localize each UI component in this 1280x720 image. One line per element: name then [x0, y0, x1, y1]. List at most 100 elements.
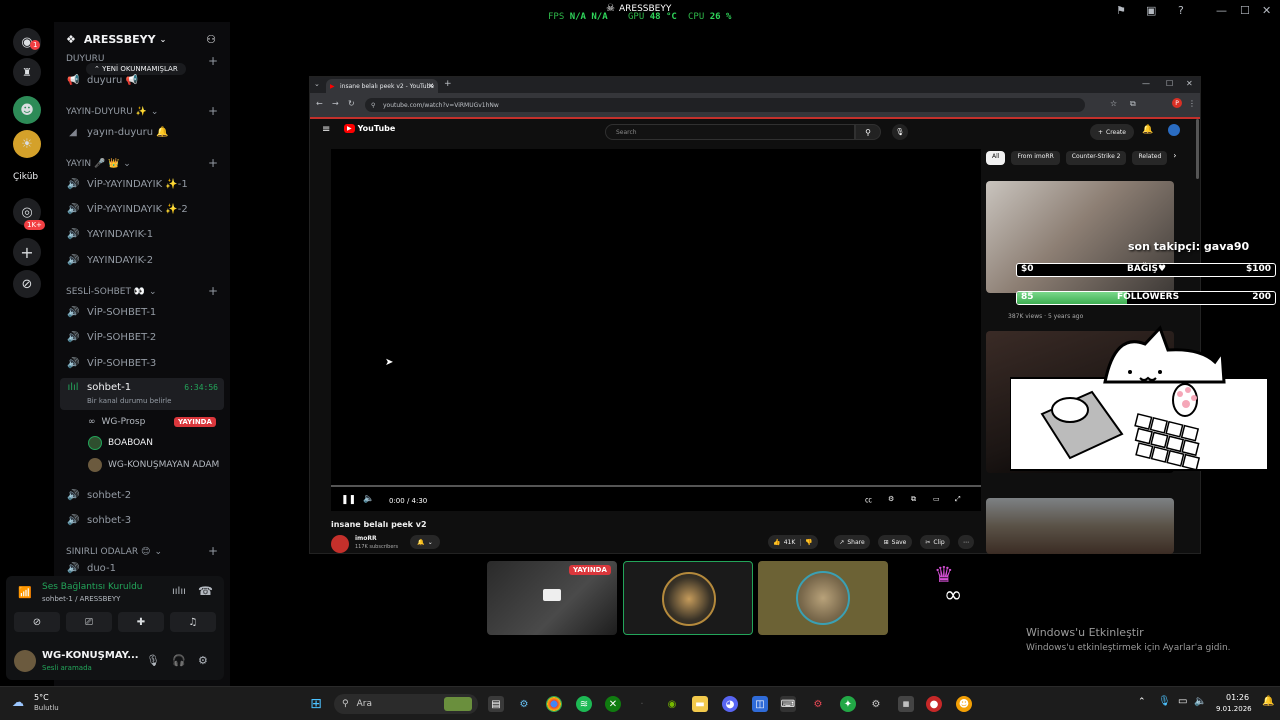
- video-player[interactable]: ❚❚ 🔈 0:00 / 4:30 ㏄ ⚙ ⧉ ▭ ⤢: [331, 149, 981, 511]
- server-icon-2[interactable]: ☻: [13, 96, 41, 124]
- notifications-bell-icon[interactable]: 🔔: [1142, 125, 1153, 135]
- chip-cs2[interactable]: Counter-Strike 2: [1065, 151, 1127, 165]
- chip-from-channel[interactable]: From imoRR: [1011, 151, 1060, 165]
- miniplayer-icon[interactable]: ⧉: [911, 495, 916, 504]
- channel-name[interactable]: imoRR: [355, 535, 377, 542]
- screen-share-button[interactable]: ⎚: [66, 612, 112, 632]
- channel-yayin-duyuru[interactable]: ◢ yayın-duyuru 🔔: [66, 122, 226, 142]
- channel-vip-sohbet-3[interactable]: 🔊 VİP-SOHBET-3: [66, 353, 226, 373]
- chrome-icon[interactable]: [546, 696, 562, 712]
- minimize-icon[interactable]: —: [1216, 4, 1227, 17]
- channel-duyuru[interactable]: 📢 duyuru 📢: [66, 70, 226, 90]
- add-channel-icon[interactable]: +: [208, 104, 218, 118]
- pause-icon[interactable]: ❚❚: [341, 495, 356, 505]
- channel-sohbet-1[interactable]: ılıl sohbet-1 6:34:56 Bir kanal durumu b…: [60, 378, 224, 410]
- share-button[interactable]: ↗ Share: [834, 535, 870, 549]
- start-button-icon[interactable]: ⊞: [308, 696, 324, 712]
- steam-icon[interactable]: ⚙: [516, 696, 532, 712]
- like-button[interactable]: 👍 41K 👎: [768, 535, 818, 549]
- headphones-icon[interactable]: 🎧: [172, 654, 186, 667]
- category-sesli-sohbet[interactable]: SESLİ-SOHBET 👀 ⌄: [66, 287, 157, 297]
- microphone-icon[interactable]: 🎙: [146, 654, 160, 667]
- camera-off-button[interactable]: ⊘: [14, 612, 60, 632]
- close-icon[interactable]: ✕: [1186, 79, 1193, 88]
- notifications-bell-icon[interactable]: 🔔: [1262, 696, 1274, 707]
- server-icon-1[interactable]: ♜: [13, 58, 41, 86]
- youtube-logo[interactable]: ▶ YouTube: [344, 124, 395, 133]
- channel-vip-yayin-2[interactable]: 🔊 VİP-YAYINDAYIK ✨-2: [66, 199, 226, 219]
- channel-status[interactable]: Bir kanal durumu belirle: [87, 397, 171, 405]
- invite-icon[interactable]: ⚇: [206, 33, 216, 46]
- subscribed-bell-button[interactable]: 🔔 ⌄: [410, 535, 440, 549]
- channel-sohbet-3[interactable]: 🔊 sohbet-3: [66, 510, 226, 530]
- taskbar-search-input[interactable]: ⚲ Ara: [334, 694, 478, 714]
- channel-yayindayik-2[interactable]: 🔊 YAYINDAYIK-2: [66, 250, 226, 270]
- more-actions-button[interactable]: ⋯: [958, 535, 974, 549]
- stream-card-screen[interactable]: YAYINDA: [487, 561, 617, 635]
- captions-icon[interactable]: ㏄: [865, 495, 872, 505]
- activities-button[interactable]: ✚: [118, 612, 164, 632]
- weather-temp[interactable]: 5°C: [34, 693, 49, 702]
- channel-vip-yayin-1[interactable]: 🔊 VİP-YAYINDAYIK ✨-1: [66, 174, 226, 194]
- weather-icon[interactable]: ☁: [12, 695, 24, 709]
- chevron-right-icon[interactable]: ›: [1173, 151, 1176, 165]
- disconnect-icon[interactable]: ☎: [198, 584, 213, 598]
- discord-icon[interactable]: ◕: [722, 696, 738, 712]
- category-yayin-duyuru[interactable]: YAYIN-DUYURU ✨ ⌄: [66, 107, 158, 117]
- bookmark-icon[interactable]: ☆: [1110, 99, 1117, 108]
- spotify-icon[interactable]: ≋: [576, 696, 592, 712]
- channel-sohbet-2[interactable]: 🔊 sohbet-2: [66, 485, 226, 505]
- app-icon-3[interactable]: ⚙: [810, 696, 826, 712]
- chip-all[interactable]: All: [986, 151, 1006, 165]
- url-input[interactable]: ⚲ youtube.com/watch?v=ViRMUGv1hNw: [365, 98, 1085, 112]
- stream-card-bull-avatar[interactable]: [623, 561, 753, 635]
- avatar[interactable]: [14, 650, 36, 672]
- add-server-icon[interactable]: +: [13, 238, 41, 266]
- channel-vip-sohbet-2[interactable]: 🔊 VİP-SOHBET-2: [66, 327, 226, 347]
- reload-icon[interactable]: ↻: [348, 99, 355, 108]
- network-icon[interactable]: ▭: [1178, 696, 1187, 707]
- avatar[interactable]: [1168, 124, 1180, 136]
- minimize-icon[interactable]: —: [1142, 79, 1150, 88]
- add-channel-icon[interactable]: +: [208, 54, 218, 68]
- noise-suppression-icon[interactable]: ıılıı: [172, 586, 186, 597]
- back-icon[interactable]: ←: [316, 99, 323, 108]
- channel-vip-sohbet-1[interactable]: 🔊 VİP-SOHBET-1: [66, 302, 226, 322]
- explore-icon[interactable]: ⊘: [13, 270, 41, 298]
- add-channel-icon[interactable]: +: [208, 284, 218, 298]
- nvidia-icon[interactable]: ◉: [664, 696, 680, 712]
- save-button[interactable]: ⊞ Save: [878, 535, 912, 549]
- voice-channel-link[interactable]: sohbet-1 / ARESSBEYY: [42, 595, 120, 603]
- flag-icon[interactable]: ⚑: [1116, 4, 1126, 17]
- youtube-search-input[interactable]: Search: [605, 124, 855, 140]
- settings-icon[interactable]: ⚙: [888, 495, 894, 503]
- voice-search-button[interactable]: 🎙: [892, 124, 908, 140]
- scrollbar[interactable]: [1196, 119, 1199, 179]
- channel-yayindayik-1[interactable]: 🔊 YAYINDAYIK-1: [66, 224, 226, 244]
- stream-card-infinity[interactable]: ♛ ∞: [930, 563, 988, 609]
- volume-icon[interactable]: 🔈: [1194, 696, 1206, 707]
- tray-overflow-icon[interactable]: ⌃: [1138, 697, 1146, 707]
- close-tab-icon[interactable]: ✕: [428, 82, 434, 90]
- category-sinirli-odalar[interactable]: SINIRLI ODALAR 😊 ⌄: [66, 547, 162, 557]
- microphone-icon[interactable]: 🎙: [1158, 696, 1171, 707]
- volume-icon[interactable]: 🔈: [363, 494, 374, 504]
- hamburger-menu-icon[interactable]: ≡: [322, 124, 330, 135]
- fullscreen-icon[interactable]: ⤢: [955, 495, 961, 504]
- category-yayin[interactable]: YAYIN 🎤 👑 ⌄: [66, 159, 131, 169]
- menu-icon[interactable]: ⋮: [1188, 99, 1196, 108]
- monitor-icon[interactable]: ▣: [1146, 4, 1156, 17]
- server-label-cikub[interactable]: Çiküb: [13, 172, 38, 182]
- settings-icon[interactable]: ⚙: [868, 696, 884, 712]
- add-channel-icon[interactable]: +: [208, 544, 218, 558]
- voice-user-konusmayan[interactable]: WG-KONUŞMAYAN ADAM: [88, 455, 219, 475]
- app-icon-4[interactable]: ✦: [840, 696, 856, 712]
- app-icon-6[interactable]: ☻: [956, 696, 972, 712]
- app-icon[interactable]: ◫: [752, 696, 768, 712]
- tab-search-icon[interactable]: ⌄: [314, 80, 320, 88]
- xbox-icon[interactable]: ✕: [605, 696, 621, 712]
- file-explorer-icon[interactable]: ▬: [692, 696, 708, 712]
- current-username[interactable]: WG-KONUŞMAY...: [42, 650, 139, 661]
- chip-related[interactable]: Related: [1132, 151, 1168, 165]
- close-icon[interactable]: ✕: [1262, 4, 1271, 17]
